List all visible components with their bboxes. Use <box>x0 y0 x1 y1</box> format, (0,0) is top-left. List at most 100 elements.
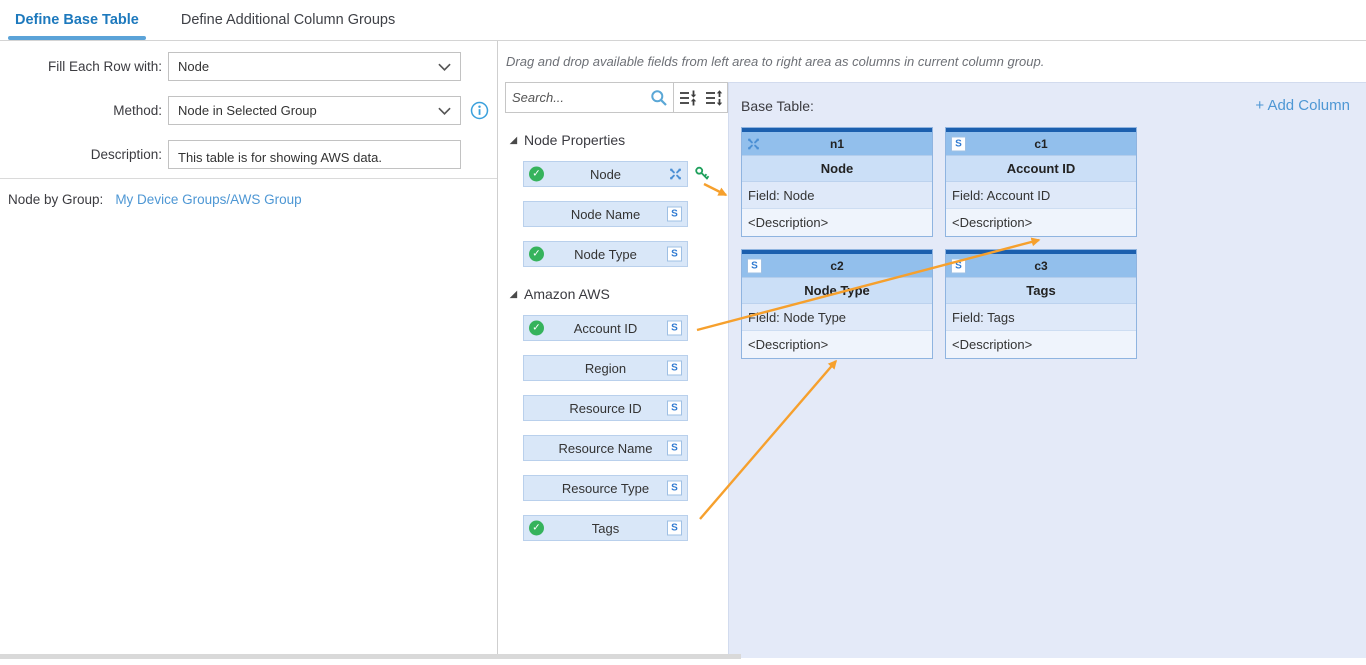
group-name: Amazon AWS <box>524 286 610 302</box>
string-type-icon: S <box>951 258 966 273</box>
string-type-icon: S <box>667 441 682 456</box>
hint-row: Drag and drop available fields from left… <box>499 41 1366 82</box>
available-fields-panel: Node Properties ✓ Node Node Name S ✓ Node Type… <box>499 82 728 654</box>
toolbar-divider <box>673 83 674 112</box>
field-pill-resource-name[interactable]: Resource Name S <box>523 435 688 461</box>
string-type-icon: S <box>667 361 682 376</box>
field-pill-account-id[interactable]: ✓Account IDS <box>523 315 688 341</box>
column-card-c2[interactable]: Sc2Node TypeField: Node Type<Description… <box>741 249 933 359</box>
column-field: Field: Node <box>742 182 932 209</box>
fill-each-row-label: Fill Each Row with: <box>0 59 162 74</box>
string-type-icon: S <box>747 258 762 273</box>
group-name: Node Properties <box>524 132 625 148</box>
column-card-c1[interactable]: Sc1 Account IDField: Account ID<Descripti… <box>945 127 1137 237</box>
fill-each-row-value: Node <box>178 59 209 74</box>
chevron-down-icon <box>438 63 451 71</box>
field-label: Tags <box>592 521 619 536</box>
add-column-button[interactable]: + Add Column <box>1255 97 1350 114</box>
column-name: Account ID <box>946 156 1136 182</box>
field-pill-region[interactable]: RegionS <box>523 355 688 381</box>
column-description[interactable]: <Description> <box>742 209 932 236</box>
tab-define-base-table[interactable]: Define Base Table <box>15 0 139 40</box>
column-description[interactable]: <Description> <box>946 209 1136 236</box>
field-row-account-id: ✓Account IDS <box>523 315 688 341</box>
string-type-icon: S <box>951 258 966 273</box>
field-row-node-type: ✓ Node Type S <box>523 241 688 267</box>
string-type-icon: S <box>667 207 682 222</box>
column-cards: n1NodeField: Node<Description> Sc1 Account… <box>741 127 1350 371</box>
fill-each-row-select[interactable]: Node <box>168 52 461 81</box>
field-label: Resource Name <box>559 441 653 456</box>
field-pill-node[interactable]: ✓ Node <box>523 161 688 187</box>
field-label: Resource Type <box>562 481 649 496</box>
string-type-icon: S <box>667 481 682 496</box>
field-pill-node-type[interactable]: ✓ Node Type S <box>523 241 688 267</box>
bottom-border <box>0 654 741 659</box>
field-label: Resource ID <box>569 401 641 416</box>
string-type-icon: S <box>667 521 682 536</box>
column-card-n1[interactable]: n1NodeField: Node<Description> <box>741 127 933 237</box>
canvas-header: Base Table: + Add Column <box>741 97 1350 114</box>
column-field: Field: Tags <box>946 304 1136 331</box>
search-icon[interactable] <box>646 83 672 112</box>
column-id: c2 <box>830 259 843 273</box>
search-input[interactable] <box>506 90 646 105</box>
group-expanded-icon <box>508 132 518 148</box>
tab-define-additional-column-groups[interactable]: Define Additional Column Groups <box>181 0 395 40</box>
drag-drop-hint: Drag and drop available fields from left… <box>506 54 1044 69</box>
column-description[interactable]: <Description> <box>946 331 1136 358</box>
column-field: Field: Account ID <box>946 182 1136 209</box>
field-pill-resource-type[interactable]: Resource Type S <box>523 475 688 501</box>
card-id-row: n1 <box>742 132 932 156</box>
string-type-icon: S <box>951 136 966 151</box>
group-header-amazon-aws[interactable]: Amazon AWS <box>508 285 728 302</box>
string-type-icon: S <box>667 521 682 536</box>
field-pill-tags[interactable]: ✓TagsS <box>523 515 688 541</box>
field-label: Node Type <box>574 247 637 262</box>
field-row-node-name: Node Name S <box>523 201 688 227</box>
string-type-icon: S <box>667 481 682 496</box>
fill-each-row-row: Fill Each Row with: Node <box>0 52 497 81</box>
chevron-down-icon <box>438 107 451 115</box>
field-pill-node-name[interactable]: Node Name S <box>523 201 688 227</box>
fields-toolbar <box>505 82 728 113</box>
group-header-node-properties[interactable]: Node Properties <box>508 131 728 148</box>
selected-check-icon: ✓ <box>529 321 544 336</box>
expand-all-button[interactable] <box>701 83 727 112</box>
field-label: Node Name <box>571 207 640 222</box>
string-type-icon: S <box>667 361 682 376</box>
string-type-icon: S <box>667 401 682 416</box>
field-row-node: ✓ Node <box>523 161 688 187</box>
string-type-icon: S <box>667 401 682 416</box>
node-by-group-row: Node by Group: My Device Groups/AWS Grou… <box>0 192 497 207</box>
base-table-title: Base Table: <box>741 98 814 114</box>
card-id-row: Sc3 <box>946 254 1136 278</box>
group-expanded-icon <box>508 286 518 302</box>
column-name: Tags <box>946 278 1136 304</box>
field-label: Node <box>590 167 621 182</box>
description-label: Description: <box>0 147 162 162</box>
string-type-icon: S <box>667 441 682 456</box>
method-row: Method: Node in Selected Group <box>0 96 497 125</box>
string-type-icon: S <box>667 247 682 262</box>
field-row-resource-type: Resource Type S <box>523 475 688 501</box>
column-card-c3[interactable]: Sc3TagsField: Tags<Description> <box>945 249 1137 359</box>
field-list: Node Properties ✓ Node Node Name S ✓ Node Type… <box>499 131 728 541</box>
tabbar: Define Base Table Define Additional Colu… <box>0 0 1366 41</box>
field-pill-resource-id[interactable]: Resource ID S <box>523 395 688 421</box>
column-group-canvas: Base Table: + Add Column n1NodeField: No… <box>728 82 1366 658</box>
node-by-group-link[interactable]: My Device Groups/AWS Group <box>115 192 301 207</box>
column-description[interactable]: <Description> <box>742 331 932 358</box>
method-select[interactable]: Node in Selected Group <box>168 96 461 125</box>
description-input[interactable] <box>168 140 461 169</box>
info-icon[interactable] <box>470 101 489 120</box>
selected-check-icon: ✓ <box>529 167 544 182</box>
expand-all-icon <box>704 88 724 108</box>
field-row-resource-id: Resource ID S <box>523 395 688 421</box>
collapse-all-button[interactable] <box>675 83 701 112</box>
key-field-icon <box>694 166 711 183</box>
string-type-icon: S <box>747 258 762 273</box>
selected-check-icon: ✓ <box>529 247 544 262</box>
column-id: n1 <box>830 137 844 151</box>
column-id: c1 <box>1034 137 1047 151</box>
